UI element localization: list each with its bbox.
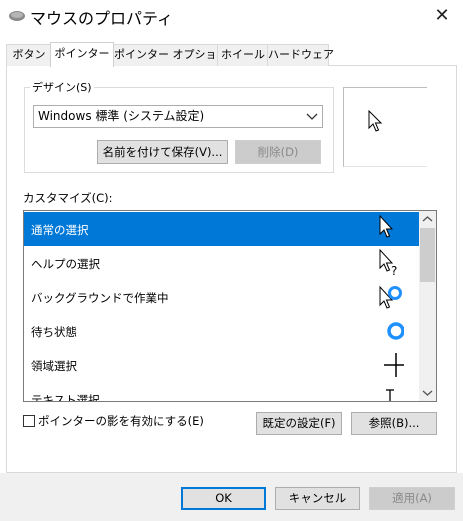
close-icon: ✕ (434, 5, 450, 26)
tab-hardware[interactable]: ハードウェア (267, 44, 334, 66)
list-item-label: 通常の選択 (31, 223, 89, 237)
list-item-label: テキスト選択 (31, 393, 100, 402)
list-item[interactable]: テキスト選択 (24, 382, 420, 402)
help-cursor-icon: ? (374, 248, 404, 278)
text-select-cursor-icon (374, 384, 404, 401)
list-item[interactable]: 待ち状態 (24, 314, 420, 348)
tab-pointers[interactable]: ポインター (50, 42, 114, 67)
list-item-label: 待ち状態 (31, 325, 77, 339)
cancel-button[interactable]: キャンセル (275, 487, 360, 510)
arrow-cursor-icon (368, 110, 383, 132)
list-item-label: 領域選択 (31, 359, 77, 373)
window-title: マウスのプロパティ (30, 9, 174, 28)
cursor-list[interactable]: 通常の選択 ヘルプの選択 ? バックグラウンドで作業中 待ち状態 領域選択 テキ… (23, 210, 437, 402)
browse-button[interactable]: 参照(B)... (351, 412, 437, 435)
list-item[interactable]: 領域選択 (24, 348, 420, 382)
customize-label: カスタマイズ(C): (23, 191, 113, 205)
list-item-label: バックグラウンドで作業中 (31, 291, 169, 305)
working-in-background-cursor-icon (374, 282, 404, 312)
tab-buttons[interactable]: ボタン (6, 44, 52, 66)
list-item[interactable]: バックグラウンドで作業中 (24, 280, 420, 314)
apply-button[interactable]: 適用(A) (369, 487, 455, 510)
tab-pointer-options[interactable]: ポインター オプション (113, 44, 228, 66)
save-as-button[interactable]: 名前を付けて保存(V)... (97, 140, 228, 164)
close-button[interactable]: ✕ (428, 4, 456, 28)
design-group-label: デザイン(S) (30, 79, 94, 95)
pointer-shadow-checkbox[interactable] (23, 415, 35, 427)
tab-wheel[interactable]: ホイール (217, 44, 269, 66)
mouse-icon (8, 9, 26, 23)
arrow-cursor-icon (374, 214, 404, 244)
chevron-down-icon (304, 108, 320, 124)
scheme-select[interactable]: Windows 標準 (システム設定) (33, 105, 323, 128)
scrollbar-thumb[interactable] (420, 228, 435, 282)
busy-cursor-icon (374, 316, 405, 346)
delete-button[interactable]: 削除(D) (235, 140, 321, 164)
list-item[interactable]: ヘルプの選択 ? (24, 246, 420, 280)
list-item-label: ヘルプの選択 (31, 257, 100, 271)
list-item[interactable]: 通常の選択 (24, 212, 420, 246)
scroll-down-icon[interactable] (419, 384, 436, 401)
ok-button[interactable]: OK (181, 487, 266, 510)
title-bar: マウスのプロパティ ✕ (0, 0, 463, 32)
precision-select-cursor-icon (374, 350, 408, 380)
scroll-up-icon[interactable] (419, 211, 436, 228)
cursor-preview (343, 87, 427, 167)
svg-text:?: ? (391, 264, 397, 278)
pointer-shadow-label: ポインターの影を有効にする(E) (38, 414, 204, 428)
use-default-button[interactable]: 既定の設定(F) (256, 412, 342, 435)
tab-strip: ボタン ポインター ポインター オプション ホイール ハードウェア (0, 42, 463, 67)
